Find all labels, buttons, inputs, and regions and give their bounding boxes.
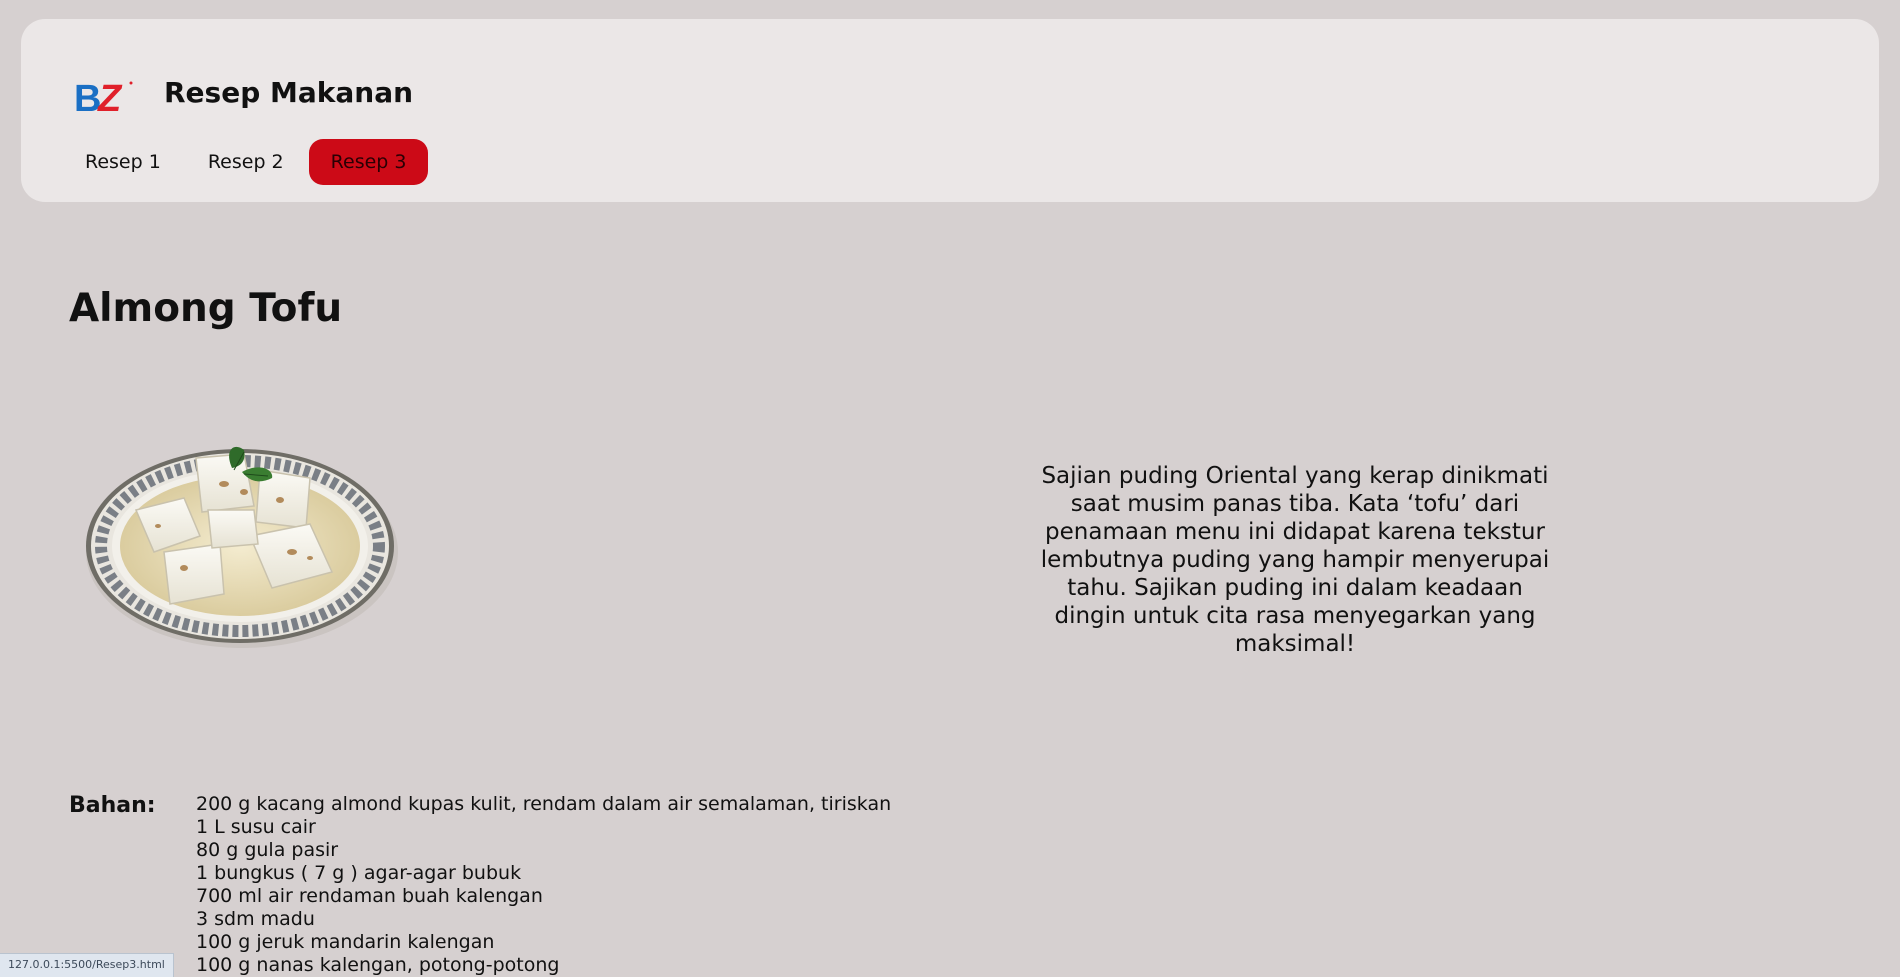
ingredient-item: 3 sdm madu — [196, 908, 315, 930]
nav-link-resep-3[interactable]: Resep 3 — [308, 139, 429, 185]
nav-link-resep-1[interactable]: Resep 1 — [63, 139, 183, 185]
logo-letter-z: Z — [97, 78, 123, 117]
ingredients-label: Bahan: — [69, 793, 156, 818]
site-title: Resep Makanan — [164, 76, 414, 109]
almond-tofu-dish-image — [86, 446, 398, 648]
browser-status-url: 127.0.0.1:5500/Resep3.html — [0, 953, 174, 977]
ingredient-item: 700 ml air rendaman buah kalengan — [196, 885, 543, 907]
recipe-nav: Resep 1 Resep 2 Resep 3 — [63, 139, 431, 185]
ingredient-item: 1 bungkus ( 7 g ) agar-agar bubuk — [196, 862, 522, 884]
ingredient-item: 100 g jeruk mandarin kalengan — [196, 931, 495, 953]
ingredient-item: 1 L susu cair — [196, 816, 316, 838]
recipe-title: Almong Tofu — [69, 286, 343, 331]
brand-logo[interactable]: B Z — [74, 77, 134, 117]
ingredient-item: 100 g nanas kalengan, potong-potong — [196, 954, 560, 976]
recipe-description: Sajian puding Oriental yang kerap dinikm… — [1040, 463, 1550, 657]
nav-link-resep-2[interactable]: Resep 2 — [186, 139, 306, 185]
ingredients-list: 200 g kacang almond kupas kulit, rendam … — [196, 793, 891, 977]
ingredient-item: 80 g gula pasir — [196, 839, 339, 861]
site-header: B Z Resep Makanan Resep 1 Resep 2 Resep … — [21, 19, 1879, 202]
ingredient-item: 200 g kacang almond kupas kulit, rendam … — [196, 793, 892, 815]
